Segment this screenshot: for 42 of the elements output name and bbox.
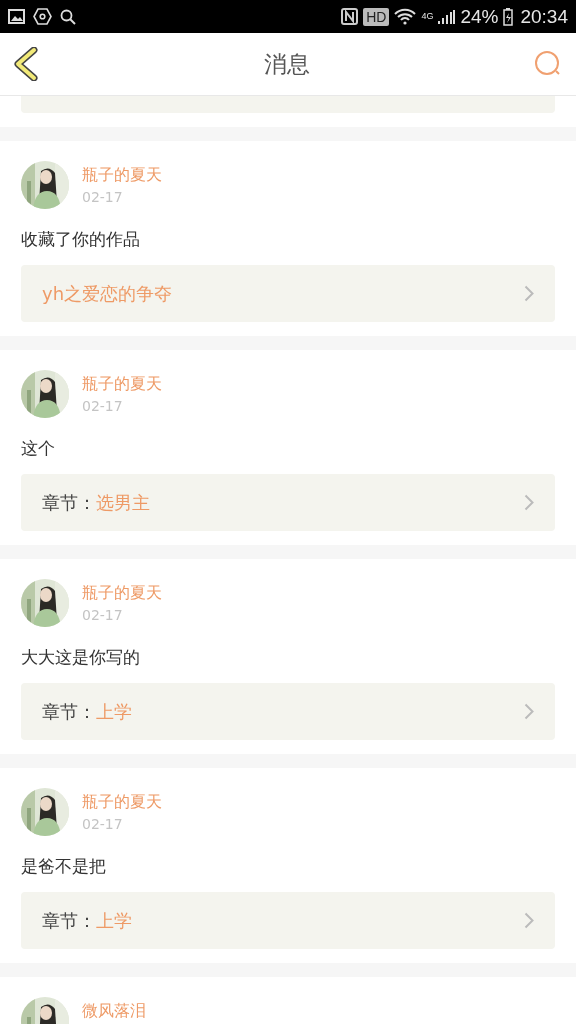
page-title: 消息 xyxy=(263,49,310,79)
chapter-label: 章节： xyxy=(42,490,96,515)
chapter-title: 上学 xyxy=(96,908,133,933)
chapter-label: 章节： xyxy=(42,699,96,724)
user-name[interactable]: 瓶子的夏天 xyxy=(82,374,162,394)
user-name[interactable]: 微风落泪 xyxy=(82,1001,146,1021)
battery-icon xyxy=(503,7,514,26)
chevron-right-icon xyxy=(524,285,534,302)
message-date: 02-17 xyxy=(82,606,124,624)
message-text: 这个 xyxy=(21,438,56,458)
message-text: 大大这是你写的 xyxy=(21,647,141,667)
message-text: 收藏了你的作品 xyxy=(21,229,141,249)
battery-percent: 24% xyxy=(460,5,499,28)
back-button[interactable] xyxy=(13,47,39,81)
link-box[interactable]: yh之爱恋的争夺 xyxy=(21,265,555,322)
chapter-title: 上学 xyxy=(96,699,133,724)
chevron-right-icon xyxy=(524,703,534,720)
message-text: 是爸不是把 xyxy=(21,856,107,876)
user-name[interactable]: 瓶子的夏天 xyxy=(82,583,162,603)
link-box[interactable]: 章节：上学 xyxy=(21,683,555,740)
message-date: 02-17 xyxy=(82,815,124,833)
chevron-right-icon xyxy=(524,912,534,929)
network-type: 4G xyxy=(421,10,434,21)
signal-icon xyxy=(438,8,456,25)
hd-badge: HD xyxy=(363,7,390,26)
settings-icon xyxy=(33,8,52,25)
search-icon xyxy=(60,8,76,25)
link-box[interactable]: 章节：选男主 xyxy=(21,474,555,531)
chapter-title: 选男主 xyxy=(96,490,151,515)
chevron-right-icon xyxy=(524,494,534,511)
gallery-icon xyxy=(8,9,25,24)
message-date: 02-17 xyxy=(82,188,124,206)
user-name[interactable]: 瓶子的夏天 xyxy=(82,792,162,812)
search-button[interactable] xyxy=(534,50,562,78)
link-box[interactable]: 章节：上学 xyxy=(21,892,555,949)
user-name[interactable]: 瓶子的夏天 xyxy=(82,165,162,185)
nfc-icon xyxy=(341,8,359,25)
clock: 20:34 xyxy=(520,5,568,28)
work-title: yh之爱恋的争夺 xyxy=(42,281,174,306)
wifi-icon xyxy=(394,8,417,25)
message-date: 02-17 xyxy=(82,397,124,415)
chapter-label: 章节： xyxy=(42,908,96,933)
